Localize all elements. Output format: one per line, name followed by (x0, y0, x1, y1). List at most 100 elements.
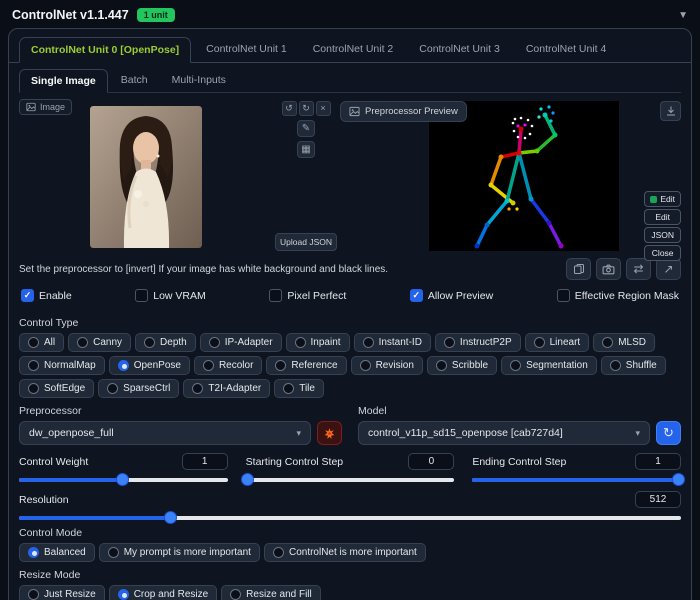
control-type-sparsectrl[interactable]: SparseCtrl (98, 379, 180, 398)
control-type-t2i-adapter[interactable]: T2I-Adapter (183, 379, 271, 398)
resolution-input[interactable]: 512 (635, 491, 681, 508)
radio-icon (117, 589, 129, 600)
photopea-edit-button[interactable]: Edit (644, 191, 681, 207)
radio-icon (28, 337, 39, 348)
control-type-tile[interactable]: Tile (274, 379, 324, 398)
redo-button[interactable]: ↻ (298, 101, 314, 116)
model-dropdown[interactable]: control_v11p_sd15_openpose [cab727d4] ▾ (358, 421, 650, 445)
control-type-segmentation[interactable]: Segmentation (501, 356, 597, 375)
grid-icon: ▦ (301, 144, 311, 155)
effective-region-mask-checkbox[interactable]: Effective Region Mask (556, 289, 679, 302)
radio-icon (28, 547, 39, 558)
mirror-swap-button[interactable]: ⇄ (626, 258, 651, 280)
radio-icon (107, 547, 119, 558)
resolution-slider[interactable] (19, 511, 681, 524)
control-type-revision[interactable]: Revision (350, 356, 423, 375)
starting-step-input[interactable]: 0 (408, 453, 455, 470)
preprocessor-preview-button[interactable]: Preprocessor Preview (340, 101, 467, 122)
option-label: Revision (375, 360, 414, 371)
pose-edit-button-stack: Edit Edit JSON Close (644, 191, 681, 261)
enable-checkbox[interactable]: Enable (21, 289, 72, 302)
radio-icon (443, 337, 455, 348)
json-pose-button[interactable]: JSON (644, 227, 681, 243)
edit-image-button[interactable]: ✎ (297, 120, 315, 137)
slider-handle[interactable] (116, 473, 130, 486)
control-weight-input[interactable]: 1 (181, 453, 228, 470)
paste-button[interactable] (566, 258, 591, 280)
tab-unit-2[interactable]: ControlNet Unit 2 (302, 37, 405, 62)
pixel-perfect-checkbox[interactable]: Pixel Perfect (269, 289, 346, 302)
openpose-preview-image (428, 101, 619, 251)
control-type-openpose[interactable]: OpenPose (108, 356, 190, 375)
tab-single-image[interactable]: Single Image (19, 69, 108, 93)
close-pose-button[interactable]: Close (644, 245, 681, 261)
control-type-inpaint[interactable]: Inpaint (285, 333, 350, 352)
control-type-recolor[interactable]: Recolor (193, 356, 263, 375)
control-type-mlsd[interactable]: MLSD (593, 333, 655, 352)
control-weight-label: Control Weight (19, 455, 89, 468)
chevron-down-icon: ▾ (296, 427, 301, 438)
control-type-depth[interactable]: Depth (135, 333, 196, 352)
slider-handle[interactable] (240, 473, 254, 486)
resize-mode-resize-and-fill[interactable]: Resize and Fill (221, 585, 321, 600)
control-mode-section: Control Mode Balanced My prompt is more … (19, 527, 681, 562)
image-label: Image (40, 102, 66, 112)
run-preprocessor-button[interactable] (317, 421, 342, 445)
camera-icon (602, 264, 615, 274)
collapse-arrow-icon[interactable]: ▼ (678, 10, 688, 21)
sketch-mask-button[interactable]: ▦ (297, 141, 315, 158)
download-button[interactable] (660, 101, 681, 121)
radio-icon (28, 383, 39, 394)
accordion-header[interactable]: ControlNet v1.1.447 1 unit ▼ (0, 0, 700, 28)
allow-preview-checkbox[interactable]: Allow Preview (409, 289, 493, 302)
upload-json-button[interactable]: Upload JSON (275, 233, 337, 251)
control-weight-slider[interactable] (19, 473, 228, 486)
resize-mode-just-resize[interactable]: Just Resize (19, 585, 105, 600)
send-dimensions-button[interactable]: ↗ (656, 258, 681, 280)
refresh-models-button[interactable]: ↻ (656, 421, 681, 445)
webcam-button[interactable] (596, 258, 621, 280)
edit-pose-button[interactable]: Edit (644, 209, 681, 225)
checkbox-label: Effective Region Mask (574, 289, 679, 302)
control-type-canny[interactable]: Canny (68, 333, 132, 352)
radio-icon (202, 360, 214, 371)
slider-handle[interactable] (164, 511, 178, 524)
control-type-lineart[interactable]: Lineart (524, 333, 590, 352)
starting-step-slider[interactable] (240, 473, 455, 486)
control-type-ip-adapter[interactable]: IP-Adapter (199, 333, 282, 352)
ending-step-input[interactable]: 1 (635, 453, 682, 470)
panel-title: ControlNet v1.1.447 (12, 8, 129, 22)
ending-step-slider[interactable] (472, 473, 685, 486)
control-mode-prompt-important[interactable]: My prompt is more important (98, 543, 260, 562)
control-type-reference[interactable]: Reference (266, 356, 347, 375)
checkbox-icon (135, 289, 149, 302)
control-type-normalmap[interactable]: NormalMap (19, 356, 105, 375)
tab-unit-0[interactable]: ControlNet Unit 0 [OpenPose] (19, 37, 192, 63)
option-label: My prompt is more important (123, 547, 251, 558)
tab-unit-1[interactable]: ControlNet Unit 1 (195, 37, 298, 62)
slider-handle[interactable] (671, 473, 685, 486)
control-type-shuffle[interactable]: Shuffle (600, 356, 666, 375)
radio-icon (609, 360, 621, 371)
option-label: Segmentation (526, 360, 588, 371)
resize-mode-crop-and-resize[interactable]: Crop and Resize (108, 585, 218, 600)
tab-batch[interactable]: Batch (110, 69, 159, 92)
tab-multi-inputs[interactable]: Multi-Inputs (161, 69, 237, 92)
control-type-instant-id[interactable]: Instant-ID (353, 333, 431, 352)
tab-unit-4[interactable]: ControlNet Unit 4 (515, 37, 618, 62)
tab-unit-3[interactable]: ControlNet Unit 3 (408, 37, 511, 62)
clear-image-button[interactable]: × (315, 101, 331, 116)
control-mode-controlnet-important[interactable]: ControlNet is more important (263, 543, 426, 562)
option-label: Resize and Fill (246, 589, 312, 600)
control-type-all[interactable]: All (19, 333, 65, 352)
control-mode-balanced[interactable]: Balanced (19, 543, 95, 562)
checkbox-icon (409, 289, 423, 302)
preprocessor-dropdown[interactable]: dw_openpose_full ▾ (19, 421, 311, 445)
control-type-softedge[interactable]: SoftEdge (19, 379, 95, 398)
undo-button[interactable]: ↺ (281, 101, 297, 116)
control-type-label: Control Type (19, 317, 79, 329)
control-type-instructp2p[interactable]: InstructP2P (434, 333, 521, 352)
image-upload-area[interactable]: Image (19, 99, 272, 251)
low-vram-checkbox[interactable]: Low VRAM (135, 289, 206, 302)
control-type-scribble[interactable]: Scribble (426, 356, 498, 375)
